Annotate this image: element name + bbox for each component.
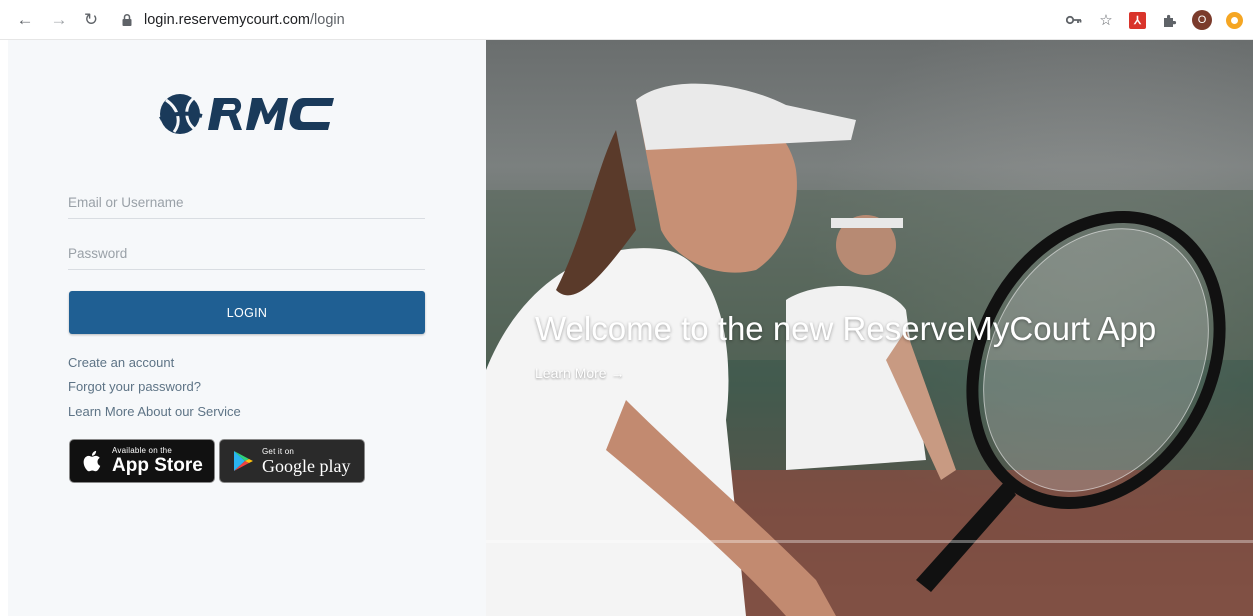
court-line bbox=[486, 540, 1253, 543]
welcome-heading: Welcome to the new ReserveMyCourt App bbox=[535, 310, 1157, 347]
back-icon[interactable]: ← bbox=[15, 10, 35, 30]
email-input[interactable] bbox=[68, 183, 425, 218]
rmc-logo bbox=[159, 94, 334, 134]
browser-toolbar: ← → ↻ login.reservemycourt.com/login ☆ ⅄… bbox=[0, 0, 1253, 40]
google-play-small-text: Get it on bbox=[262, 446, 295, 456]
key-icon[interactable] bbox=[1065, 11, 1083, 29]
profile-avatar[interactable]: O bbox=[1192, 10, 1212, 30]
app-store-big-text: App Store bbox=[112, 455, 203, 476]
google-play-icon bbox=[234, 451, 253, 471]
toolbar-icons: ☆ ⅄ O bbox=[1065, 9, 1243, 31]
learn-more-service-link[interactable]: Learn More About our Service bbox=[68, 404, 241, 419]
google-play-badge[interactable]: Get it on Google play bbox=[219, 439, 365, 483]
learn-more-link[interactable]: Learn More → bbox=[535, 365, 624, 381]
reload-icon[interactable]: ↻ bbox=[81, 10, 101, 30]
puzzle-icon[interactable] bbox=[1160, 11, 1178, 29]
apple-icon bbox=[83, 450, 101, 472]
create-account-link[interactable]: Create an account bbox=[68, 355, 174, 370]
login-panel: LOGIN Create an account Forgot your pass… bbox=[8, 40, 486, 616]
extension-circle-icon[interactable] bbox=[1226, 11, 1243, 29]
hero-image: Welcome to the new ReserveMyCourt App Le… bbox=[486, 40, 1253, 616]
google-play-text: Get it on Google play bbox=[262, 446, 351, 476]
app-store-small-text: Available on the bbox=[112, 446, 172, 455]
url-text: login.reservemycourt.com/login bbox=[144, 12, 345, 28]
login-button[interactable]: LOGIN bbox=[69, 291, 425, 334]
lock-icon bbox=[122, 13, 132, 26]
star-icon[interactable]: ☆ bbox=[1097, 11, 1115, 29]
app-store-text: Available on the App Store bbox=[112, 446, 203, 476]
password-input[interactable] bbox=[68, 234, 425, 269]
password-field-wrapper bbox=[68, 234, 425, 270]
app-store-badge[interactable]: Available on the App Store bbox=[69, 439, 215, 483]
forward-icon[interactable]: → bbox=[49, 10, 69, 30]
pdf-extension-icon[interactable]: ⅄ bbox=[1129, 11, 1146, 29]
google-play-big-text: Google play bbox=[262, 455, 351, 476]
address-bar[interactable]: login.reservemycourt.com/login bbox=[112, 7, 702, 33]
email-field-wrapper bbox=[68, 183, 425, 219]
forgot-password-link[interactable]: Forgot your password? bbox=[68, 379, 201, 394]
